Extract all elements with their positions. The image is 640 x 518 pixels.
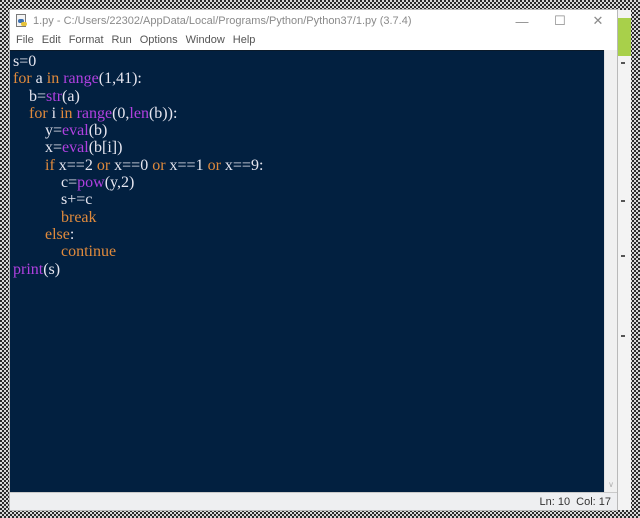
code-editor[interactable]: s=0 for a in range(1,41): b=str(a) for i … [10, 50, 604, 492]
menu-bar: File Edit Format Run Options Window Help [10, 32, 617, 49]
code-line[interactable]: for i in range(0,len(b)): [13, 105, 604, 122]
keyword-token: or [152, 156, 166, 174]
code-line[interactable]: for a in range(1,41): [13, 70, 604, 87]
keyword-token: in [60, 104, 73, 122]
code-token: x==1 [165, 156, 208, 174]
code-token: a [31, 70, 47, 88]
code-token: c= [13, 174, 78, 192]
code-token: (y,2) [104, 174, 135, 192]
menu-file[interactable]: File [12, 32, 38, 49]
code-token: x==9: [220, 156, 264, 174]
code-line[interactable]: continue [13, 243, 604, 260]
builtin-token: eval [62, 139, 89, 157]
keyword-token: or [207, 156, 221, 174]
builtin-token: range [76, 104, 113, 122]
cursor-line: Ln: 10 [539, 495, 571, 508]
cursor-column: Col: 17 [576, 495, 611, 508]
code-token: (b) [88, 122, 108, 140]
menu-window[interactable]: Window [182, 32, 229, 49]
code-line[interactable]: c=pow(y,2) [13, 174, 604, 191]
code-line[interactable]: b=str(a) [13, 88, 604, 105]
idle-editor-window: 1.py - C:/Users/22302/AppData/Local/Prog… [10, 10, 617, 510]
minimize-button[interactable]: — [503, 10, 541, 32]
close-button[interactable]: ✕ [579, 10, 617, 32]
code-line[interactable]: s+=c [13, 191, 604, 208]
keyword-token: in [46, 70, 60, 88]
code-token: s=0 [13, 53, 37, 70]
scroll-down-arrow-icon[interactable]: ∨ [606, 480, 616, 490]
maximize-button[interactable]: ☐ [541, 10, 579, 32]
minimize-icon: — [515, 13, 529, 29]
keyword-token: break [61, 208, 97, 226]
code-line[interactable]: if x==2 or x==0 or x==1 or x==9: [13, 157, 604, 174]
background-window-mark [621, 200, 625, 202]
code-token: (s) [43, 260, 61, 278]
code-token: (b)): [148, 104, 178, 122]
builtin-token: range [63, 70, 99, 88]
close-icon: ✕ [592, 13, 604, 28]
keyword-token: for [13, 70, 32, 88]
status-bar: Ln: 10 Col: 17 [10, 492, 617, 510]
keyword-token: continue [61, 243, 117, 261]
builtin-token: print [13, 260, 44, 278]
code-token: x= [13, 139, 63, 157]
code-line[interactable]: x=eval(b[i]) [13, 139, 604, 156]
keyword-token: else [45, 225, 70, 243]
code-line[interactable]: break [13, 209, 604, 226]
menu-format[interactable]: Format [65, 32, 108, 49]
code-token: i [47, 104, 61, 122]
code-token: (1,41): [98, 70, 142, 88]
code-line[interactable]: s=0 [13, 53, 604, 70]
builtin-token: eval [62, 122, 89, 140]
code-token: (a) [62, 87, 80, 105]
python-file-icon[interactable] [15, 14, 29, 28]
keyword-token: or [96, 156, 111, 174]
window-controls: — ☐ ✕ [503, 10, 617, 32]
maximize-icon: ☐ [554, 13, 566, 28]
code-token: x==0 [110, 156, 153, 174]
code-token: x==2 [54, 156, 97, 174]
code-token: s+=c [13, 191, 93, 209]
builtin-token: str [46, 87, 63, 105]
code-token: (b[i]) [88, 139, 123, 157]
builtin-token: pow [77, 174, 105, 192]
window-title: 1.py - C:/Users/22302/AppData/Local/Prog… [33, 15, 412, 27]
keyword-token: for [29, 104, 48, 122]
editor-area: s=0 for a in range(1,41): b=str(a) for i … [10, 50, 617, 492]
keyword-token: if [45, 156, 55, 174]
code-token: (0, [112, 104, 130, 122]
builtin-token: len [129, 104, 149, 122]
code-token: b= [13, 87, 47, 105]
code-line[interactable]: else: [13, 226, 604, 243]
menu-options[interactable]: Options [136, 32, 182, 49]
menu-run[interactable]: Run [108, 32, 136, 49]
code-line[interactable]: print(s) [13, 261, 604, 278]
title-bar[interactable]: 1.py - C:/Users/22302/AppData/Local/Prog… [10, 10, 617, 32]
menu-edit[interactable]: Edit [38, 32, 65, 49]
code-token: : [69, 225, 75, 243]
background-window-mark [621, 62, 625, 64]
background-window-mark [621, 255, 625, 257]
code-line[interactable]: y=eval(b) [13, 122, 604, 139]
menu-help[interactable]: Help [229, 32, 260, 49]
vertical-scrollbar[interactable]: ∨ [604, 50, 617, 492]
code-token: y= [13, 122, 63, 140]
background-window-mark [621, 335, 625, 337]
